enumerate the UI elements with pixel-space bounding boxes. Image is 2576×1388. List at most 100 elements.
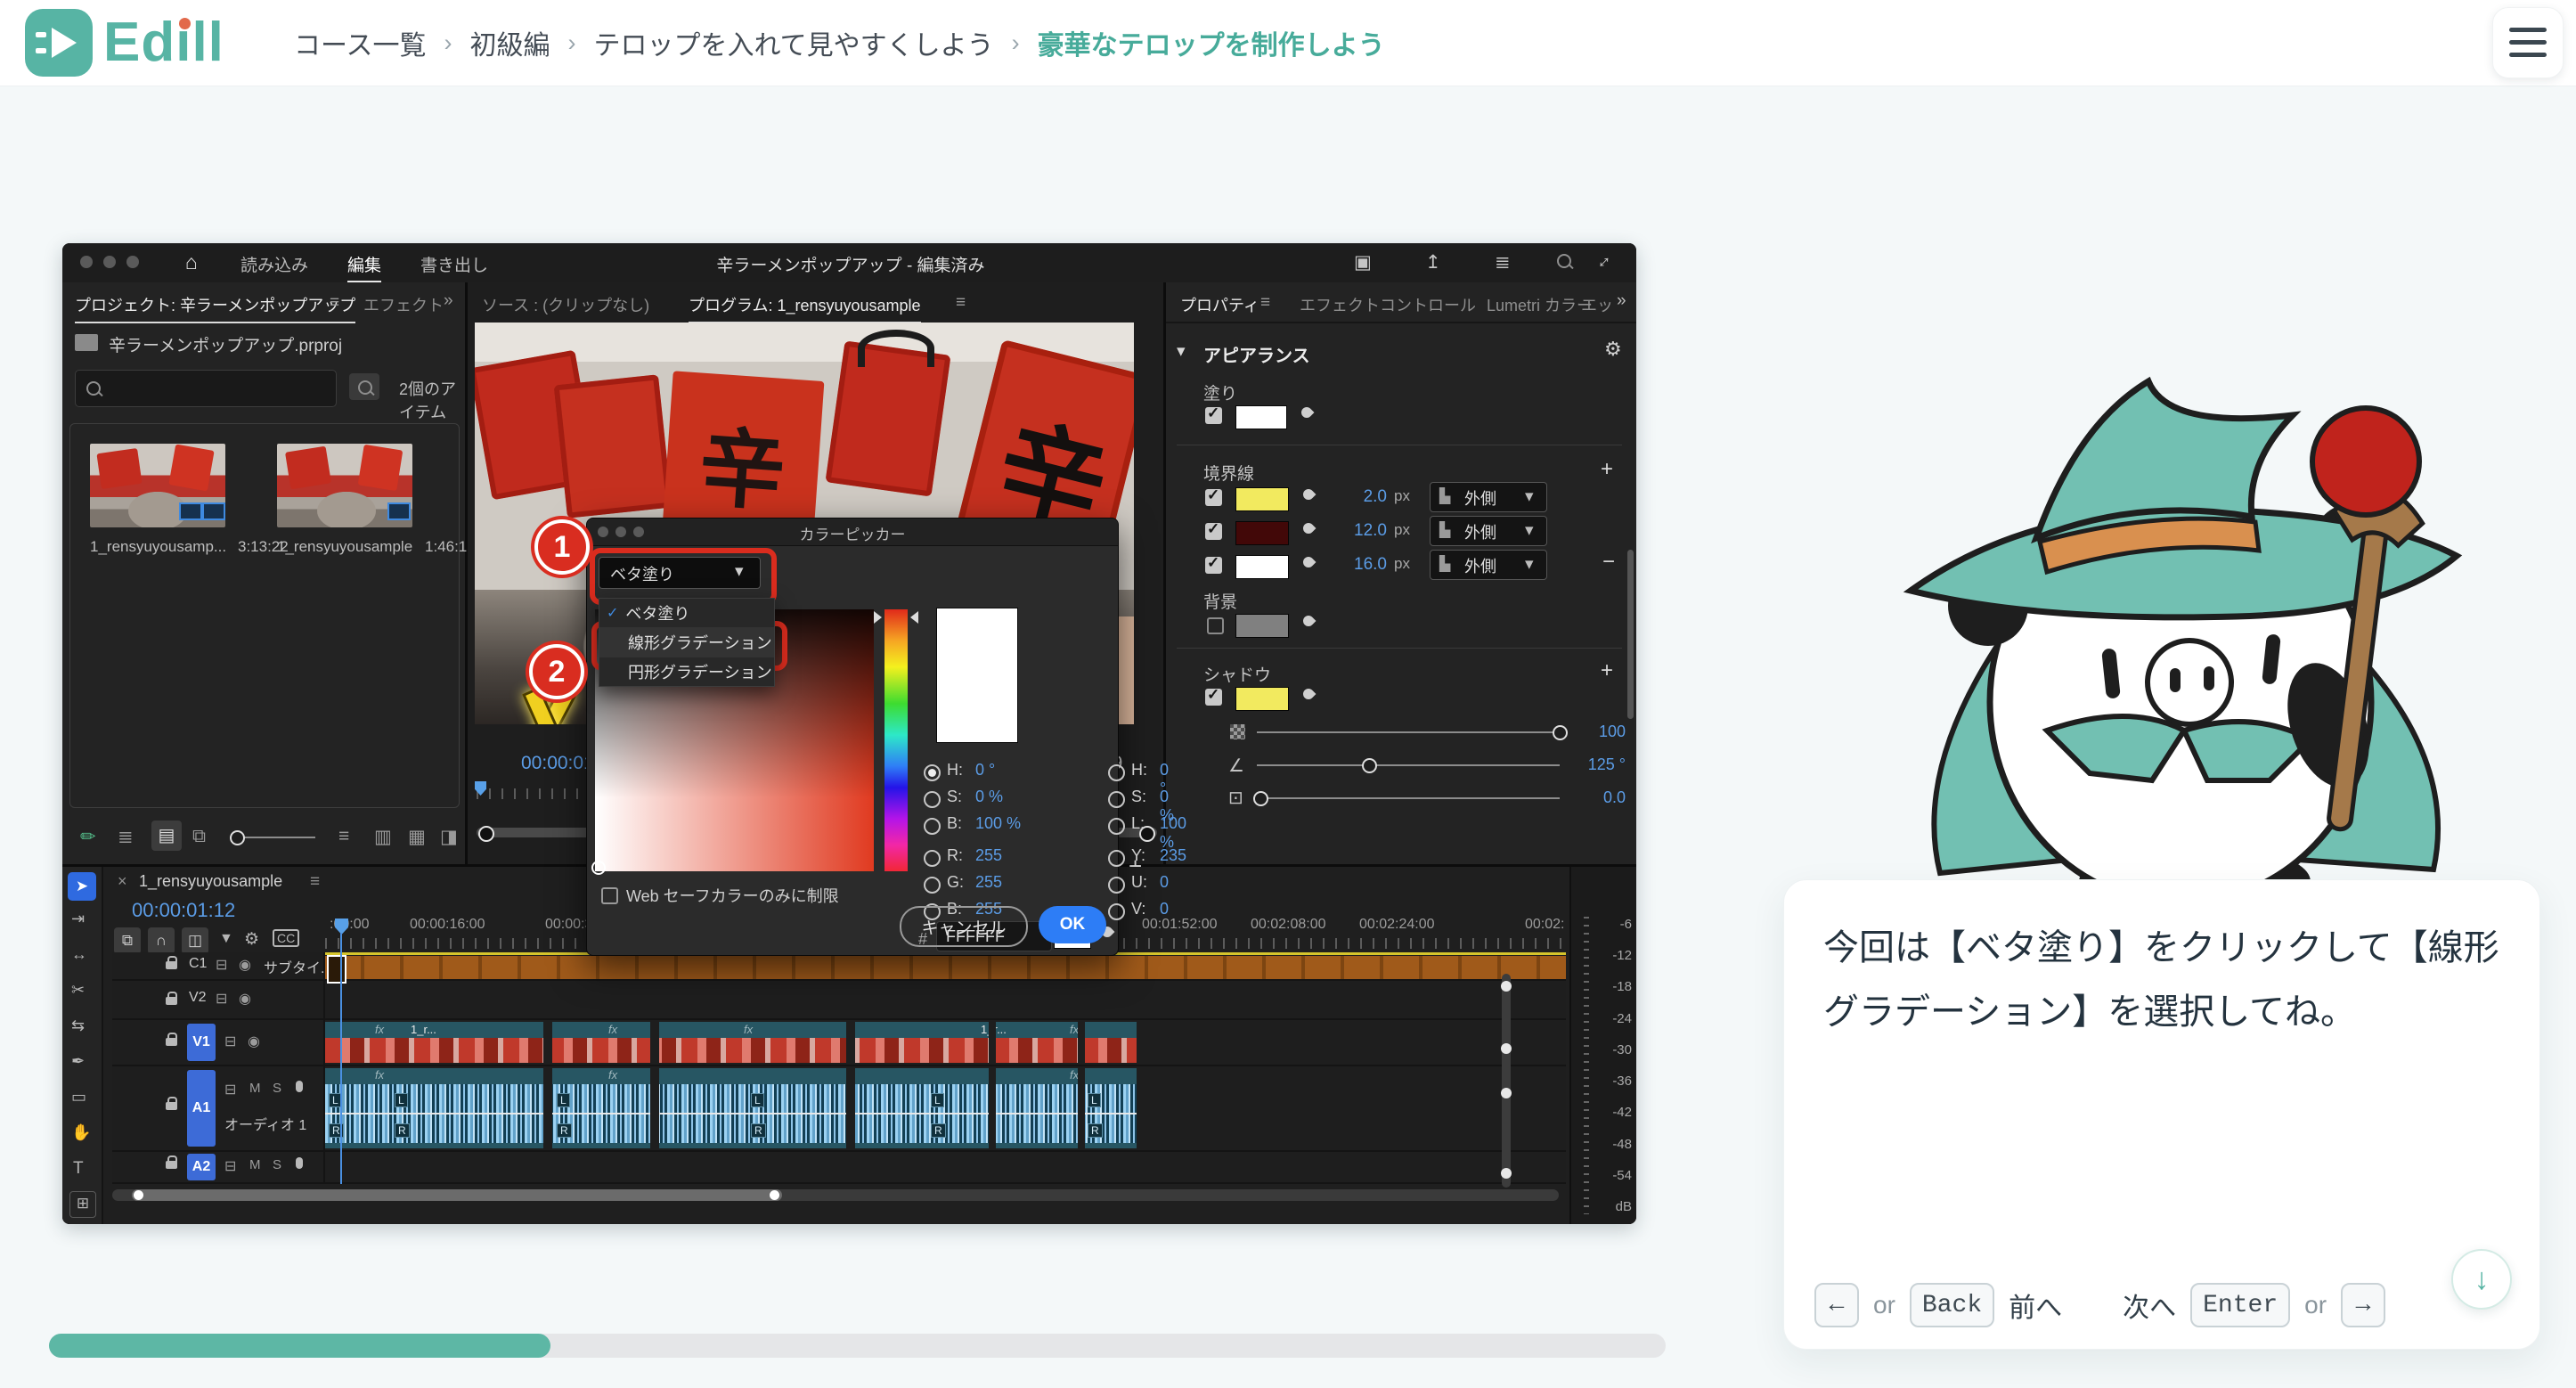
mute-button[interactable]: M — [249, 1157, 261, 1172]
fill-swatch[interactable] — [1235, 405, 1287, 429]
stroke-swatch[interactable] — [1235, 555, 1289, 579]
mic-icon[interactable] — [296, 1081, 303, 1092]
shadow-angle-slider[interactable] — [1257, 764, 1560, 766]
stroke-checkbox[interactable] — [1205, 489, 1222, 506]
search-bin-button[interactable] — [349, 373, 379, 400]
subtitle-clips[interactable] — [325, 956, 1566, 979]
zoom-slider-knob[interactable] — [230, 830, 245, 845]
menu-import[interactable]: 読み込み — [240, 252, 308, 276]
menu-button[interactable] — [2492, 7, 2564, 78]
scrollbar-handle[interactable] — [1501, 1168, 1512, 1179]
track-select-tool[interactable]: ⇥ — [71, 910, 85, 928]
clip-name[interactable]: 1_rensyuyousamp... — [90, 538, 226, 556]
stroke-checkbox[interactable] — [1205, 523, 1222, 540]
shadow-opacity-knob[interactable] — [1553, 725, 1568, 740]
nest-toggle-icon[interactable]: ⧉ — [114, 927, 141, 954]
panel-menu-icon[interactable]: ≡ — [1260, 293, 1270, 313]
a1-track-badge[interactable]: A1 — [187, 1070, 216, 1147]
stroke-mode-dropdown[interactable]: ▙ 外側 ▾ — [1430, 482, 1547, 512]
subtitle-track-name[interactable]: サブタイ... — [264, 956, 332, 977]
lock-icon[interactable] — [166, 1038, 177, 1046]
tab-effects[interactable]: エフェクト — [363, 293, 444, 316]
panel-menu-icon[interactable]: ≡ — [956, 293, 966, 313]
background-checkbox[interactable] — [1207, 617, 1224, 634]
sync-icon[interactable]: ⊟ — [224, 1081, 236, 1098]
tab-program[interactable]: プログラム: 1_rensyuyousample — [689, 293, 921, 323]
lock-icon[interactable] — [166, 1161, 177, 1169]
eyedropper-icon[interactable] — [1301, 555, 1317, 570]
remove-stroke-icon[interactable]: − — [1602, 550, 1615, 575]
eyedropper-icon[interactable] — [1301, 614, 1317, 629]
arrow-right-key[interactable]: → — [2341, 1283, 2385, 1327]
shadow-opacity-value[interactable]: 100 — [1572, 723, 1626, 741]
clip-name[interactable]: 1_rensyuyousample — [277, 538, 412, 556]
ripple-edit-tool[interactable]: ↔ — [71, 945, 87, 964]
rgb-g-value[interactable]: 255 — [975, 873, 1002, 892]
hsb-b-radio[interactable] — [924, 818, 941, 835]
rgb-r-value[interactable]: 255 — [975, 846, 1002, 865]
hue-strip[interactable] — [884, 609, 908, 871]
next-label[interactable]: 次へ — [2123, 1286, 2176, 1325]
home-icon[interactable]: ⌂ — [185, 250, 198, 274]
panel-scrollbar[interactable] — [1627, 550, 1634, 719]
shadow-angle-value[interactable]: 125 ° — [1563, 755, 1626, 774]
eyedropper-icon[interactable] — [1300, 405, 1315, 420]
cancel-button[interactable]: キャンセル — [900, 906, 1028, 947]
scrollbar-handle[interactable] — [1501, 1043, 1512, 1054]
eye-icon[interactable]: ◉ — [239, 990, 251, 1008]
shadow-checkbox[interactable] — [1205, 689, 1222, 706]
hsb-h-value[interactable]: 0 ° — [975, 761, 995, 780]
sync-icon[interactable]: ⊟ — [224, 1157, 236, 1175]
razor-tool[interactable]: ✂ — [71, 981, 85, 1000]
fill-type-dropdown[interactable]: ベタ塗り ▾ — [599, 557, 761, 589]
solo-button[interactable]: S — [273, 1081, 281, 1096]
selection-tool[interactable]: ➤ — [68, 872, 96, 901]
v1-clips[interactable]: fx 1_r... fx fx 1_r... fx — [325, 1022, 1137, 1063]
pencil-icon[interactable]: ✏ — [80, 826, 96, 848]
menu-item-linear-gradient[interactable]: 線形グラデーション — [599, 627, 774, 657]
shadow-distance-slider[interactable] — [1257, 797, 1560, 799]
shadow-angle-knob[interactable] — [1362, 758, 1377, 773]
thumbnail-view-icon[interactable]: ▤ — [151, 821, 182, 851]
hsl-l-radio[interactable] — [1108, 818, 1125, 835]
add-stroke-icon[interactable]: + — [1601, 457, 1613, 482]
enter-key[interactable]: Enter — [2190, 1283, 2290, 1327]
logo-text[interactable]: Edill — [103, 11, 224, 74]
hsl-h-radio[interactable] — [1108, 764, 1125, 781]
hsl-s-radio[interactable] — [1108, 791, 1125, 808]
minimize-window-icon[interactable] — [103, 256, 116, 268]
stroke-width-value[interactable]: 2.0 — [1341, 487, 1387, 507]
view-columns-icon[interactable]: ▥ — [374, 826, 392, 848]
panel-menu-icon[interactable]: ≡ — [330, 293, 339, 313]
slip-tool[interactable]: ⇆ — [71, 1017, 85, 1035]
pen-tool[interactable]: ✒ — [71, 1052, 85, 1071]
tab-project[interactable]: プロジェクト: 辛ラーメンポップアップ — [75, 293, 355, 323]
color-field-cursor[interactable] — [591, 861, 606, 875]
hsb-h-radio[interactable] — [924, 764, 941, 781]
clip-thumbnail[interactable] — [90, 444, 225, 527]
rgb-r-radio[interactable] — [924, 850, 941, 867]
subtitle-track-badge[interactable]: C1 — [189, 956, 207, 972]
yuv-v-value[interactable]: 0 — [1160, 900, 1169, 919]
v2-track-badge[interactable]: V2 — [189, 990, 207, 1006]
arrow-left-key[interactable]: ← — [1814, 1283, 1859, 1327]
menu-edit[interactable]: 編集 — [347, 252, 381, 283]
scrollbar-handle[interactable] — [1501, 981, 1512, 992]
tracks-scrollbar[interactable] — [1502, 974, 1511, 1188]
marker-icon[interactable]: ▼ — [219, 931, 233, 947]
eyedropper-icon[interactable] — [1301, 487, 1317, 502]
shadow-opacity-slider[interactable] — [1257, 731, 1560, 733]
close-window-icon[interactable] — [80, 256, 93, 268]
sequence-tab[interactable]: 1_rensyuyousample — [139, 872, 282, 891]
stroke-width-value[interactable]: 12.0 — [1341, 521, 1387, 541]
ok-button[interactable]: OK — [1039, 906, 1106, 943]
mic-icon[interactable] — [296, 1157, 303, 1169]
lock-icon[interactable] — [166, 961, 177, 969]
sync-icon[interactable]: ⊟ — [224, 1033, 236, 1050]
a1-track-name[interactable]: オーディオ 1 — [224, 1113, 306, 1134]
eyedropper-icon[interactable] — [1301, 687, 1317, 702]
eye-icon[interactable]: ◉ — [239, 956, 251, 974]
solo-button[interactable]: S — [273, 1157, 281, 1172]
scrollbar-range[interactable] — [132, 1189, 782, 1201]
background-swatch[interactable] — [1235, 614, 1289, 638]
